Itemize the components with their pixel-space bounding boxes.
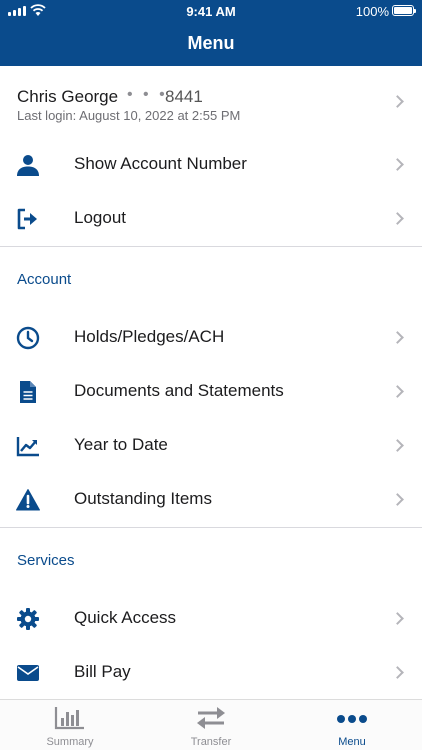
tab-summary[interactable]: Summary	[0, 700, 140, 750]
chevron-right-icon	[391, 439, 404, 452]
menu-item-label: Holds/Pledges/ACH	[74, 327, 225, 346]
menu-item-label: Year to Date	[74, 435, 168, 454]
warning-icon	[16, 489, 40, 511]
battery-percent: 100%	[355, 4, 389, 19]
menu-item-label: Documents and Statements	[74, 381, 284, 400]
tab-label: Menu	[338, 736, 366, 748]
tab-bar: Summary Transfer Menu	[0, 699, 422, 750]
logout-icon	[17, 208, 37, 230]
menu-item-label: Quick Access	[74, 608, 177, 627]
tab-menu[interactable]: Menu	[282, 700, 422, 750]
user-account-row[interactable]: Chris George • • • 8441 Last login: Augu…	[0, 66, 422, 138]
section-divider	[0, 246, 422, 247]
menu-item-label: Show Account Number	[74, 154, 247, 173]
bar-chart-icon	[54, 707, 84, 730]
account-mask: • • •	[127, 86, 168, 103]
page-title: Menu	[187, 33, 235, 53]
status-bar: 9:41 AM 100%	[0, 0, 422, 22]
user-name: Chris George	[17, 87, 119, 106]
menu-item-outstanding-items[interactable]: Outstanding Items	[0, 473, 422, 527]
menu-item-documents-statements[interactable]: Documents and Statements	[0, 365, 422, 419]
trend-chart-icon	[16, 437, 39, 457]
person-icon	[17, 155, 39, 176]
tab-transfer[interactable]: Transfer	[141, 700, 281, 750]
gear-icon	[17, 608, 39, 630]
chevron-right-icon	[391, 612, 404, 625]
more-dots-icon	[337, 715, 367, 723]
chevron-right-icon	[391, 95, 404, 108]
section-title-services: Services	[17, 552, 75, 569]
menu-item-quick-access[interactable]: Quick Access	[0, 592, 422, 646]
chevron-right-icon	[391, 493, 404, 506]
account-suffix: 8441	[165, 87, 203, 106]
envelope-icon	[17, 665, 39, 681]
menu-item-year-to-date[interactable]: Year to Date	[0, 419, 422, 473]
chevron-right-icon	[391, 212, 404, 225]
chevron-right-icon	[391, 331, 404, 344]
chevron-right-icon	[391, 666, 404, 679]
document-icon	[20, 381, 36, 403]
menu-item-bill-pay[interactable]: Bill Pay	[0, 646, 422, 700]
menu-item-holds-pledges-ach[interactable]: Holds/Pledges/ACH	[0, 311, 422, 365]
chevron-right-icon	[391, 385, 404, 398]
tab-label: Summary	[46, 736, 94, 748]
section-title-account: Account	[17, 271, 72, 288]
menu-item-label: Outstanding Items	[74, 489, 212, 508]
menu-item-logout[interactable]: Logout	[0, 192, 422, 246]
clock-icon	[16, 326, 40, 350]
tab-label: Transfer	[190, 736, 232, 748]
transfer-arrows-icon	[197, 707, 225, 729]
menu-item-label: Bill Pay	[74, 662, 131, 681]
section-divider	[0, 527, 422, 528]
battery-icon	[392, 5, 416, 16]
chevron-right-icon	[391, 158, 404, 171]
menu-item-label: Logout	[74, 208, 126, 227]
last-login-text: Last login: August 10, 2022 at 2:55 PM	[17, 108, 241, 123]
menu-item-show-account-number[interactable]: Show Account Number	[0, 138, 422, 192]
nav-header: 9:41 AM 100% Menu	[0, 0, 422, 66]
